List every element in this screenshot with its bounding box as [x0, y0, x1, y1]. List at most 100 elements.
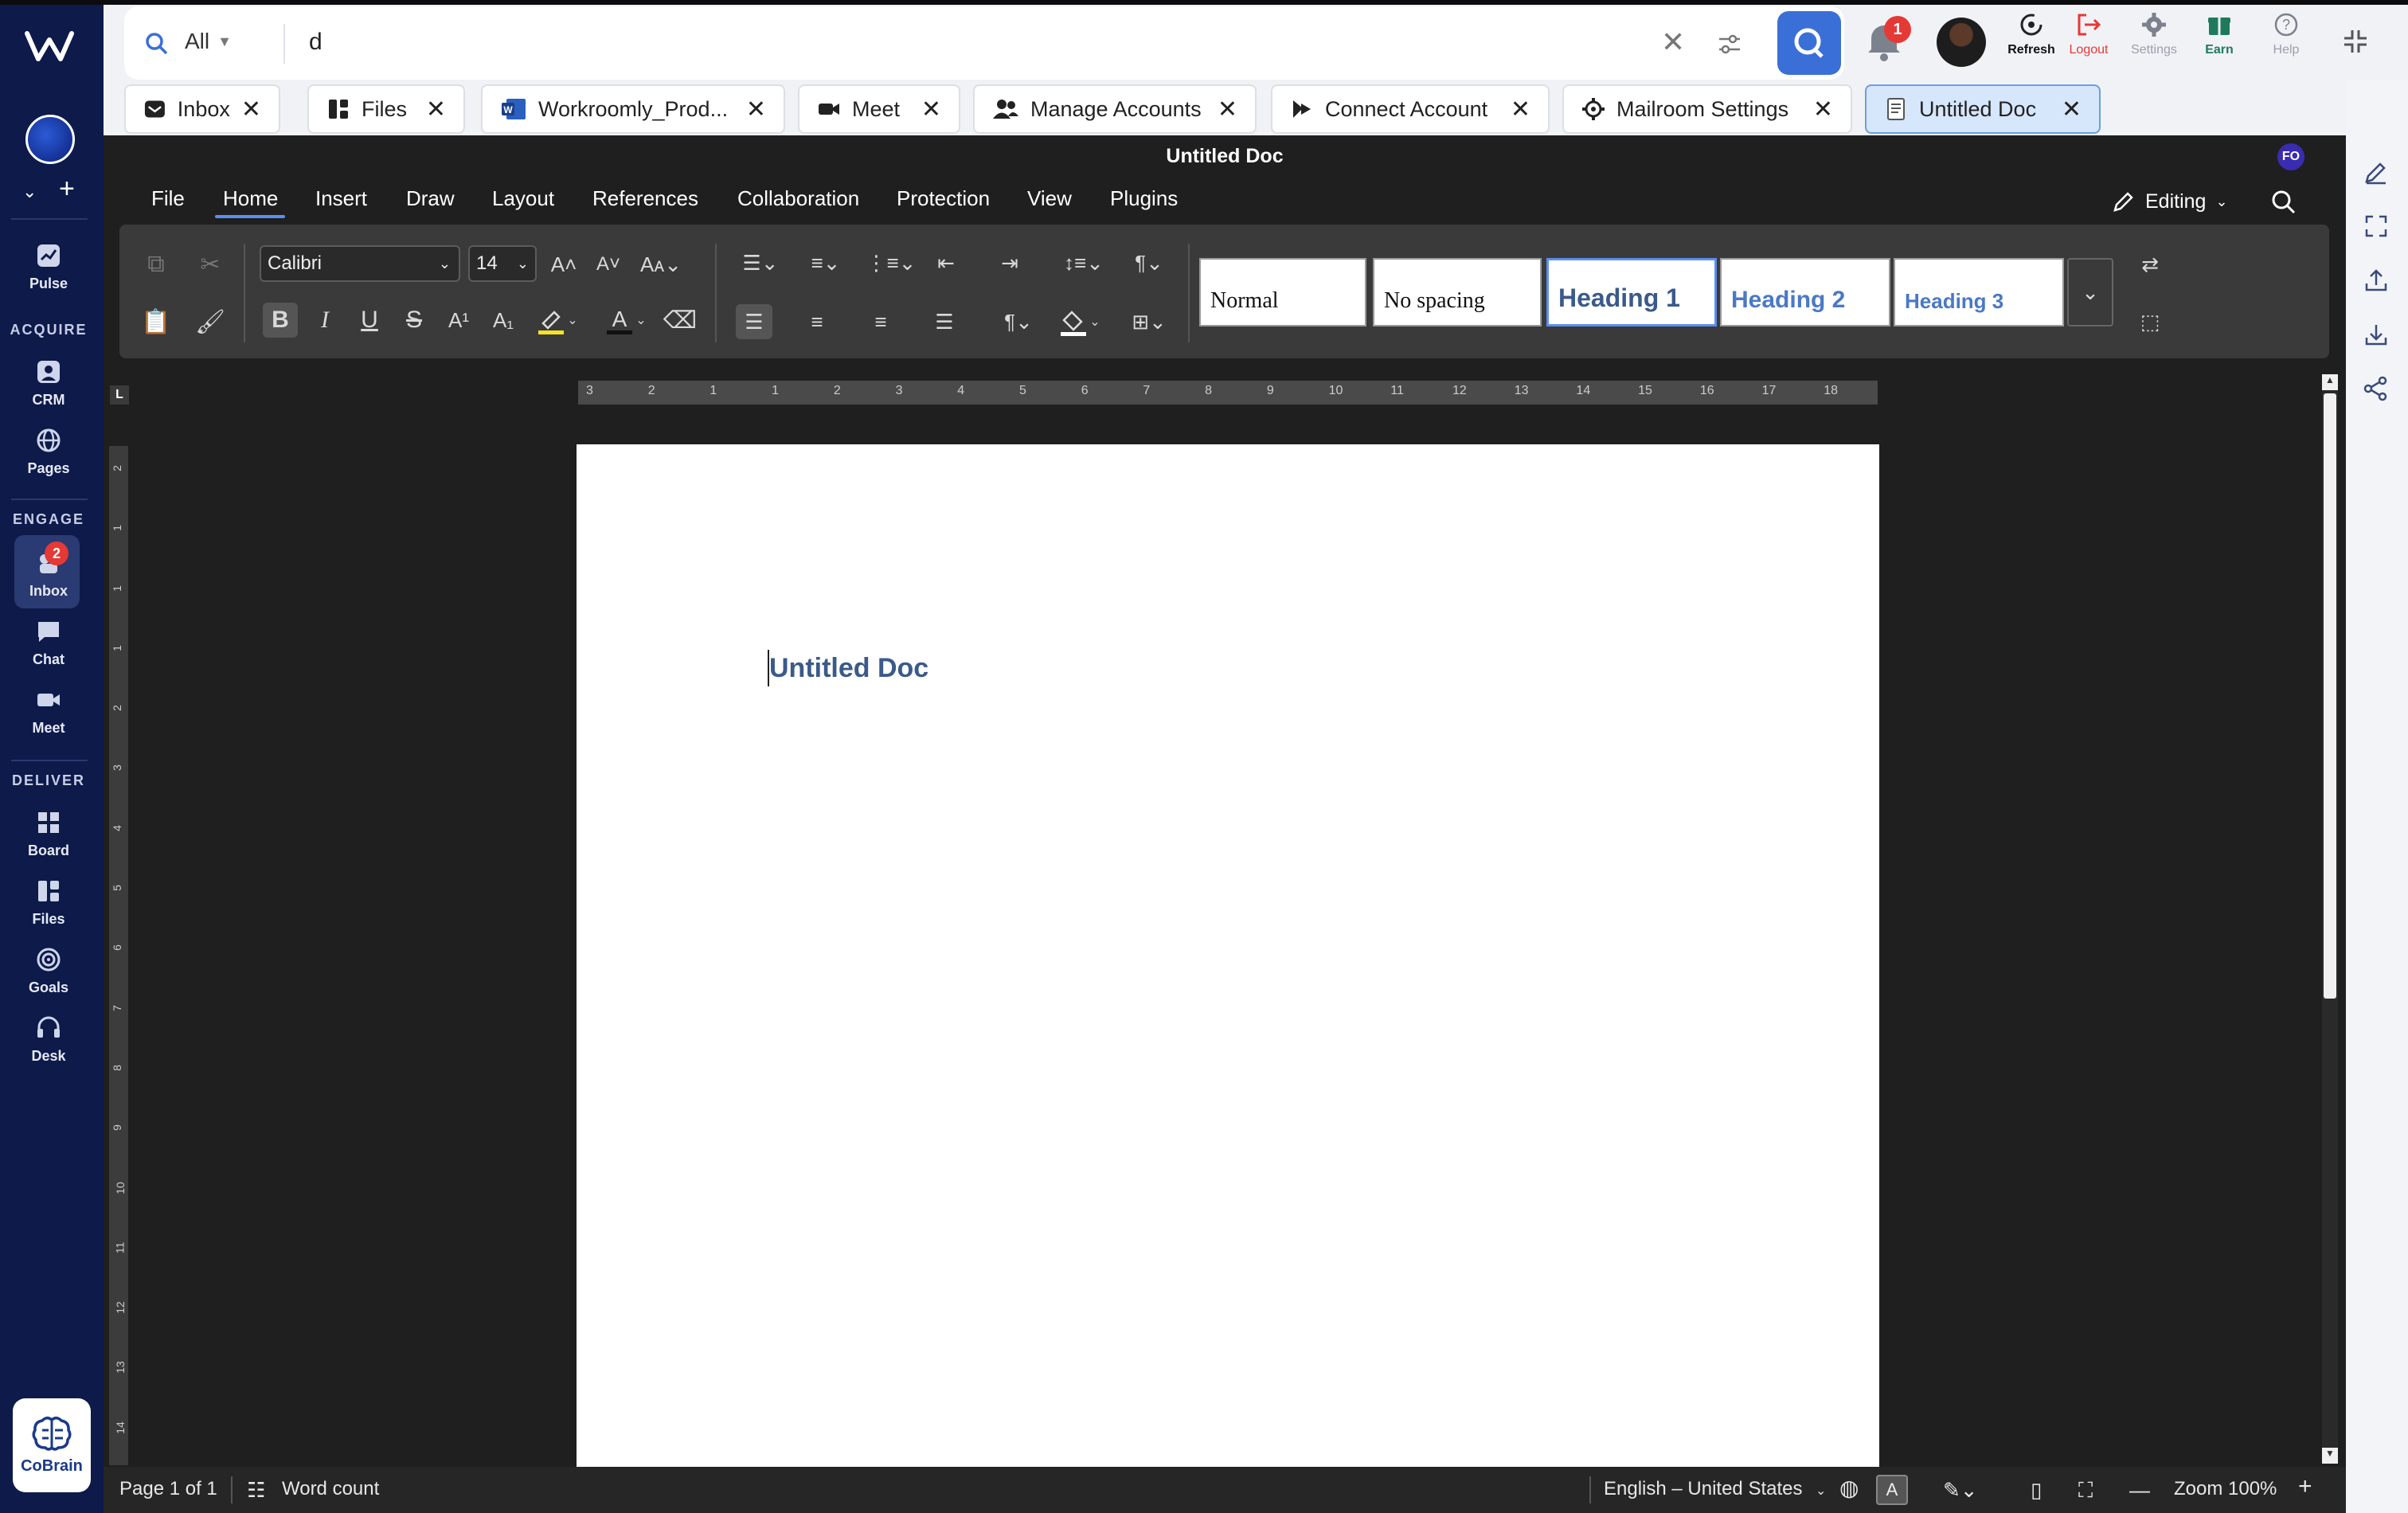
style-heading-2[interactable]: Heading 2: [1720, 258, 1890, 326]
numbered-list-icon[interactable]: ≡⌄: [798, 247, 854, 279]
logout-button[interactable]: Logout: [2059, 11, 2118, 57]
rail-item-chat[interactable]: Chat: [0, 618, 97, 668]
rail-item-goals[interactable]: Goals: [0, 946, 97, 996]
notifications-button[interactable]: 1: [1863, 16, 1911, 73]
tab-meet[interactable]: Meet ✕: [798, 84, 960, 134]
collapse-icon[interactable]: [2341, 27, 2370, 56]
chevron-down-icon[interactable]: ⌄: [22, 182, 37, 202]
rail-item-desk[interactable]: Desk: [0, 1015, 97, 1065]
paste-icon[interactable]: 📋: [140, 307, 172, 336]
rail-item-board[interactable]: Board: [0, 809, 97, 859]
fullscreen-icon[interactable]: [2365, 215, 2387, 237]
clear-search-icon[interactable]: ✕: [1661, 25, 1685, 59]
track-changes-icon[interactable]: ✎⌄: [1943, 1478, 1978, 1503]
scroll-thumb[interactable]: [2324, 393, 2336, 999]
tab-untitled-doc[interactable]: Untitled Doc ✕: [1865, 84, 2101, 134]
menu-insert[interactable]: Insert: [315, 186, 367, 211]
underline-icon[interactable]: U: [354, 303, 385, 338]
search-scope-select[interactable]: All ▼: [185, 29, 232, 54]
scroll-down-arrow[interactable]: ▼: [2322, 1448, 2338, 1464]
rail-item-pulse[interactable]: Pulse: [0, 242, 97, 292]
menu-references[interactable]: References: [592, 186, 698, 211]
multilevel-list-icon[interactable]: ⋮≡⌄: [863, 247, 919, 279]
tab-stop-selector[interactable]: L: [110, 385, 129, 405]
menu-plugins[interactable]: Plugins: [1110, 186, 1178, 211]
tab-inbox[interactable]: Inbox ✕: [124, 84, 280, 134]
style-no-spacing[interactable]: No spacing: [1373, 258, 1542, 326]
filter-sliders-icon[interactable]: [1717, 32, 1742, 57]
menu-collaboration[interactable]: Collaboration: [737, 186, 859, 211]
zoom-in-icon[interactable]: +: [2298, 1473, 2312, 1500]
highlight-color-button[interactable]: ⌄: [529, 303, 584, 338]
strikethrough-icon[interactable]: S: [398, 303, 430, 338]
style-normal[interactable]: Normal: [1199, 258, 1366, 326]
italic-icon[interactable]: I: [309, 303, 341, 338]
clear-formatting-icon[interactable]: ⌫: [663, 303, 697, 338]
increase-indent-icon[interactable]: ⇥: [992, 247, 1027, 279]
add-workspace-icon[interactable]: +: [59, 174, 75, 205]
close-tab-icon[interactable]: ✕: [241, 96, 261, 123]
bullet-list-icon[interactable]: ☰⌄: [733, 247, 788, 279]
nonprinting-chars-icon[interactable]: ¶⌄: [991, 304, 1046, 339]
close-tab-icon[interactable]: ✕: [746, 96, 766, 123]
document-page[interactable]: [577, 444, 1879, 1513]
share-icon[interactable]: [2363, 376, 2389, 401]
zoom-out-icon[interactable]: —: [2129, 1478, 2150, 1503]
style-heading-3[interactable]: Heading 3: [1894, 258, 2064, 326]
replace-icon[interactable]: ⇄: [2134, 248, 2166, 280]
tab-connect-account[interactable]: Connect Account ✕: [1271, 84, 1550, 134]
edit-icon[interactable]: [2363, 159, 2389, 185]
cut-icon[interactable]: ✂: [194, 250, 226, 279]
copy-icon[interactable]: ⧉: [140, 250, 172, 279]
style-heading-1[interactable]: Heading 1: [1546, 258, 1717, 326]
upload-icon[interactable]: [2363, 268, 2389, 293]
tab-workroomly-prod[interactable]: W Workroomly_Prod... ✕: [481, 84, 785, 134]
close-tab-icon[interactable]: ✕: [1218, 96, 1237, 123]
app-logo[interactable]: [24, 29, 75, 64]
align-left-icon[interactable]: ☰: [736, 304, 772, 339]
scroll-up-arrow[interactable]: ▲: [2322, 374, 2338, 390]
subscript-icon[interactable]: A₁: [487, 303, 519, 338]
horizontal-ruler[interactable]: 3 2 1 1 2 3 4 5 6 7 8 9 10 11 12 13 14 15 16 17 18: [578, 381, 1878, 405]
font-family-select[interactable]: Calibri ⌄: [260, 245, 460, 282]
search-input[interactable]: d: [309, 29, 1583, 56]
justify-icon[interactable]: ☰: [927, 304, 962, 339]
align-center-icon[interactable]: ≡: [799, 304, 835, 339]
tab-mailroom-settings[interactable]: Mailroom Settings ✕: [1562, 84, 1852, 134]
line-spacing-icon[interactable]: ↕≡⌄: [1056, 247, 1112, 279]
rail-item-files[interactable]: Files: [0, 878, 97, 928]
settings-button[interactable]: Settings: [2125, 11, 2183, 57]
globe-icon[interactable]: ◍: [1839, 1475, 1859, 1501]
styles-expand-icon[interactable]: ⌄: [2067, 258, 2113, 326]
close-tab-icon[interactable]: ✕: [1511, 96, 1530, 123]
shading-button[interactable]: ⌄: [1051, 304, 1107, 339]
font-color-button[interactable]: A ⌄: [597, 303, 653, 338]
menu-home[interactable]: Home: [223, 186, 278, 211]
word-count-button[interactable]: Word count: [282, 1478, 379, 1500]
paragraph-settings-icon[interactable]: ¶⌄: [1121, 247, 1177, 279]
menu-file[interactable]: File: [151, 186, 185, 211]
user-initials-badge[interactable]: FO: [2277, 143, 2304, 170]
increase-font-icon[interactable]: A˄: [548, 248, 580, 280]
superscript-icon[interactable]: A¹: [443, 303, 475, 338]
borders-icon[interactable]: ⊞⌄: [1121, 304, 1177, 339]
spellcheck-icon[interactable]: A: [1876, 1475, 1908, 1505]
tab-manage-accounts[interactable]: Manage Accounts ✕: [973, 84, 1257, 134]
menu-draw[interactable]: Draw: [406, 186, 455, 211]
close-tab-icon[interactable]: ✕: [921, 96, 941, 123]
language-select[interactable]: English – United States: [1604, 1478, 1802, 1500]
editing-mode-button[interactable]: Editing ⌄: [2112, 190, 2228, 213]
refresh-button[interactable]: Refresh: [2002, 11, 2061, 57]
search-icon[interactable]: [2271, 190, 2297, 215]
download-icon[interactable]: [2363, 322, 2389, 347]
decrease-indent-icon[interactable]: ⇤: [928, 247, 964, 279]
help-button[interactable]: ? Help: [2257, 11, 2316, 57]
rail-item-meet[interactable]: Meet: [0, 686, 97, 737]
change-case-icon[interactable]: Aᴀ⌄: [637, 248, 685, 280]
rail-item-pages[interactable]: Pages: [0, 427, 97, 477]
tab-files[interactable]: Files ✕: [307, 84, 465, 134]
close-tab-icon[interactable]: ✕: [2062, 96, 2082, 123]
decrease-font-icon[interactable]: A˅: [592, 248, 624, 280]
fit-width-icon[interactable]: ⛶: [2078, 1478, 2093, 1503]
search-submit-button[interactable]: [1777, 11, 1841, 75]
